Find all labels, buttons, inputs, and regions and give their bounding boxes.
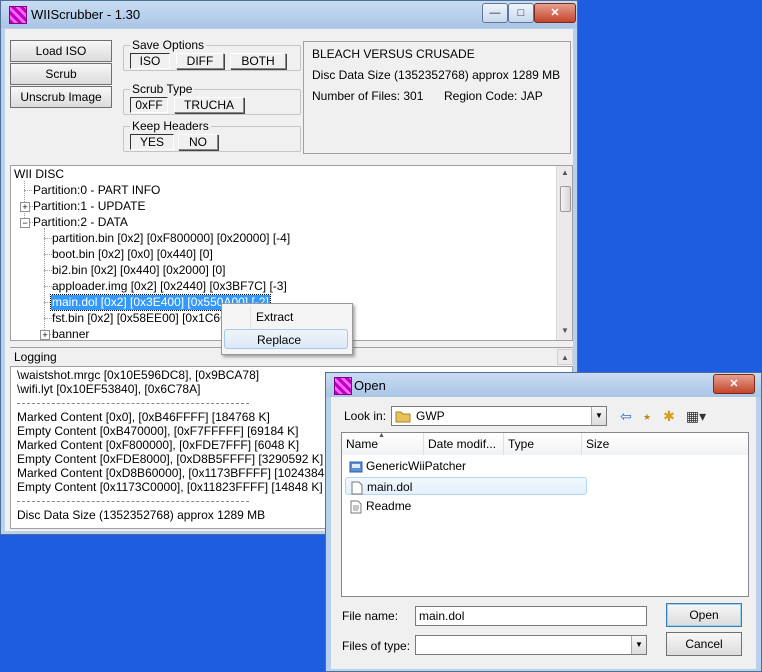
- tree-item-partition-0[interactable]: Partition:0 - PART INFO: [33, 183, 160, 198]
- tree-context-menu: Extract Replace: [221, 303, 353, 355]
- menu-item-extract[interactable]: Extract: [224, 307, 348, 327]
- number-of-files: Number of Files: 301: [312, 89, 424, 103]
- dialog-titlebar[interactable]: Open ✕: [326, 373, 761, 397]
- scroll-up-icon[interactable]: ▲: [557, 168, 572, 177]
- tree-item-banner[interactable]: banner: [52, 327, 89, 340]
- dialog-title: Open: [354, 378, 386, 393]
- sort-ascending-icon: ▲: [378, 432, 385, 439]
- chevron-down-icon[interactable]: ▼: [591, 407, 606, 425]
- keep-headers-no-toggle[interactable]: NO: [178, 134, 218, 150]
- unscrub-image-button[interactable]: Unscrub Image: [10, 86, 112, 108]
- files-of-type-label: Files of type:: [342, 639, 411, 653]
- tree-root-wii-disc[interactable]: WII DISC: [14, 167, 64, 182]
- file-icon: [351, 481, 363, 495]
- keep-headers-group: Keep Headers YES NO: [123, 119, 301, 152]
- game-title: BLEACH VERSUS CRUSADE: [312, 47, 475, 61]
- scrub-button[interactable]: Scrub: [10, 63, 112, 85]
- expand-plus-icon[interactable]: +: [40, 330, 50, 340]
- keep-headers-yes-toggle[interactable]: YES: [130, 134, 174, 150]
- back-arrow-icon[interactable]: ⇦: [617, 406, 635, 426]
- log-line: Empty Content [0xFDE8000], [0xD8B5FFFF] …: [17, 452, 324, 466]
- log-line: Empty Content [0xB470000], [0xF7FFFFF] […: [17, 424, 299, 438]
- logging-label: Logging: [14, 350, 57, 364]
- maximize-button[interactable]: □: [508, 3, 534, 23]
- dialog-app-icon: [334, 377, 352, 395]
- folder-icon: [395, 411, 411, 423]
- file-name: GenericWiiPatcher: [366, 459, 467, 473]
- new-folder-icon[interactable]: ✱: [660, 406, 678, 426]
- file-name-value: main.dol: [419, 609, 465, 623]
- tree-item-apploader-img[interactable]: apploader.img [0x2] [0x2440] [0x3BF7C] […: [52, 279, 287, 294]
- file-item-genericwiipatcher[interactable]: GenericWiiPatcher: [345, 457, 585, 475]
- save-iso-toggle[interactable]: ISO: [130, 53, 170, 69]
- region-code: Region Code: JAP: [444, 89, 543, 103]
- menu-item-replace[interactable]: Replace: [224, 329, 348, 349]
- scrub-trucha-toggle[interactable]: TRUCHA: [174, 97, 244, 113]
- file-name-input[interactable]: main.dol: [415, 606, 647, 626]
- log-line: \waistshot.mrgc [0x10E596DC8], [0x9BCA78…: [17, 368, 260, 382]
- close-button[interactable]: ✕: [534, 3, 576, 23]
- look-in-combo[interactable]: GWP ▼: [391, 406, 607, 426]
- log-line: Marked Content [0xD8B60000], [0x1173BFFF…: [17, 466, 339, 480]
- chevron-down-icon[interactable]: ▼: [631, 636, 646, 654]
- disc-data-size: Disc Data Size (1352352768) approx 1289 …: [312, 68, 561, 82]
- tree-item-partition-2[interactable]: Partition:2 - DATA: [33, 215, 128, 230]
- tree-item-boot-bin[interactable]: boot.bin [0x2] [0x0] [0x440] [0]: [52, 247, 213, 262]
- look-in-value: GWP: [416, 409, 445, 423]
- scrub-0xff-toggle[interactable]: 0xFF: [130, 97, 168, 113]
- application-icon: [349, 461, 363, 473]
- save-both-toggle[interactable]: BOTH: [230, 53, 286, 69]
- look-in-label: Look in:: [344, 409, 387, 423]
- file-name-label: File name:: [342, 609, 399, 623]
- disc-info-panel: BLEACH VERSUS CRUSADE Disc Data Size (13…: [303, 41, 571, 154]
- tree-item-partition-1[interactable]: Partition:1 - UPDATE: [33, 199, 145, 214]
- log-line: Empty Content [0x1173C0000], [0x11823FFF…: [17, 480, 323, 494]
- collapse-minus-icon[interactable]: −: [20, 218, 30, 228]
- column-header-type[interactable]: Type: [504, 433, 582, 455]
- scrub-type-legend: Scrub Type: [130, 82, 195, 96]
- file-item-readme[interactable]: Readme: [345, 497, 585, 515]
- log-line: Disc Data Size (1352352768) approx 1289 …: [17, 508, 266, 522]
- scroll-thumb[interactable]: [560, 186, 571, 212]
- save-options-group: Save Options ISO DIFF BOTH: [123, 38, 301, 71]
- save-options-legend: Save Options: [130, 38, 207, 52]
- scrub-type-group: Scrub Type 0xFF TRUCHA: [123, 82, 301, 115]
- log-separator: [17, 501, 249, 502]
- tree-scrollbar[interactable]: ▲ ▼: [556, 166, 572, 340]
- file-list-view[interactable]: Name ▲ Date modif... Type Size GenericWi…: [341, 432, 749, 597]
- tree-item-bi2-bin[interactable]: bi2.bin [0x2] [0x440] [0x2000] [0]: [52, 263, 225, 278]
- text-file-icon: [350, 500, 362, 514]
- minimize-button[interactable]: —: [482, 3, 508, 23]
- file-name: Readme: [366, 499, 412, 513]
- tree-item-partition-bin[interactable]: partition.bin [0x2] [0xF800000] [0x20000…: [52, 231, 290, 246]
- file-name: main.dol: [367, 480, 413, 494]
- column-header-size[interactable]: Size: [582, 433, 748, 455]
- keep-headers-legend: Keep Headers: [130, 119, 211, 133]
- log-line: Marked Content [0xF800000], [0xFDE7FFF] …: [17, 438, 300, 452]
- main-titlebar[interactable]: WIIScrubber - 1.30 — □ ✕: [1, 1, 577, 28]
- app-icon: [9, 6, 27, 24]
- open-button[interactable]: Open: [666, 603, 742, 627]
- column-header-date[interactable]: Date modif...: [424, 433, 504, 455]
- dialog-close-button[interactable]: ✕: [713, 374, 755, 394]
- save-diff-toggle[interactable]: DIFF: [176, 53, 224, 69]
- files-of-type-combo[interactable]: ▼: [415, 635, 647, 655]
- log-line: Marked Content [0x0], [0xB46FFFF] [18476…: [17, 410, 270, 424]
- log-separator: [17, 403, 249, 404]
- view-menu-icon[interactable]: ▦▾: [682, 406, 710, 426]
- open-dialog: Open ✕ Look in: GWP ▼ ⇦ ⭑ ✱ ▦▾ Name ▲ Da…: [325, 372, 762, 672]
- window-title: WIIScrubber - 1.30: [31, 7, 141, 22]
- scroll-down-icon[interactable]: ▼: [557, 326, 572, 335]
- load-iso-button[interactable]: Load ISO: [10, 40, 112, 62]
- scroll-up-icon[interactable]: ▲: [557, 349, 573, 365]
- up-folder-icon[interactable]: ⭑: [638, 406, 656, 426]
- cancel-button[interactable]: Cancel: [666, 632, 742, 656]
- log-line: \wifi.lyt [0x10EF53840], [0x6C78A]: [17, 382, 201, 396]
- expand-plus-icon[interactable]: +: [20, 202, 30, 212]
- file-item-main-dol[interactable]: main.dol: [345, 477, 587, 495]
- dialog-client-area: Look in: GWP ▼ ⇦ ⭑ ✱ ▦▾ Name ▲ Date modi…: [331, 397, 756, 669]
